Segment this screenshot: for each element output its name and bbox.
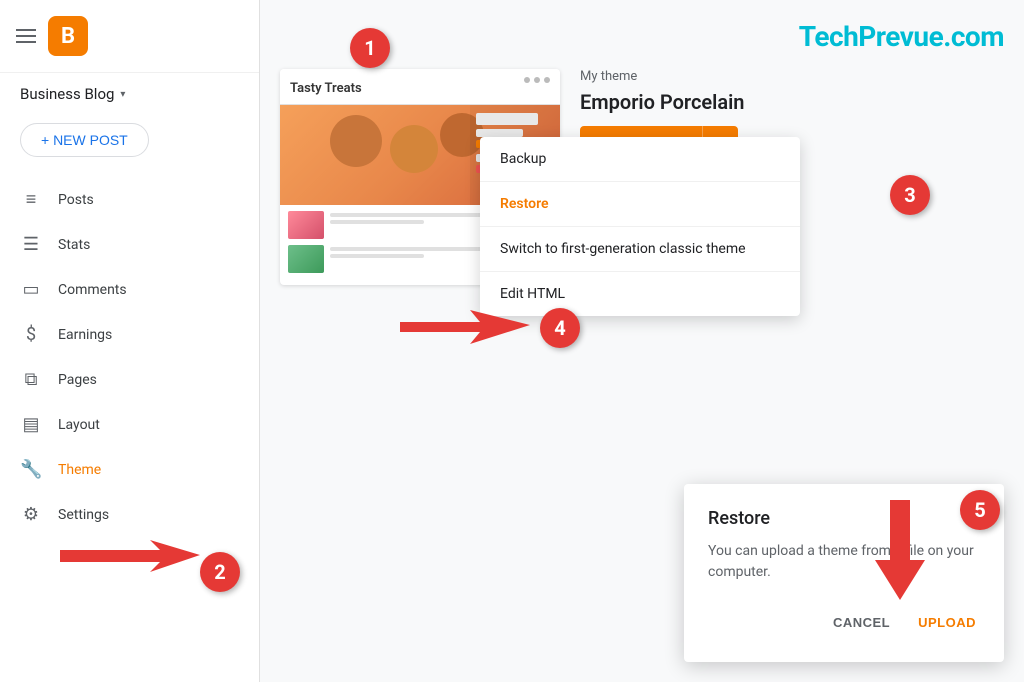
- preview-line: [330, 254, 424, 258]
- preview-post-lines: [330, 211, 486, 224]
- my-theme-label: My theme: [580, 69, 1004, 84]
- preview-line: [330, 247, 486, 251]
- dropdown-item-backup[interactable]: Backup: [480, 137, 800, 182]
- site-title: TechPrevue.com: [799, 20, 1004, 53]
- blog-dropdown-arrow[interactable]: ▾: [120, 89, 125, 100]
- stats-icon: ☰: [20, 234, 42, 255]
- annotation-4: 4: [540, 308, 580, 348]
- blog-name-row: Business Blog ▾: [0, 73, 259, 115]
- layout-icon: ▤: [20, 414, 42, 435]
- new-post-button[interactable]: + NEW POST: [20, 123, 149, 157]
- comments-icon: ▭: [20, 279, 42, 300]
- sidebar-item-label: Theme: [58, 462, 101, 478]
- dropdown-menu: Backup Restore Switch to first-generatio…: [480, 137, 800, 316]
- sidebar-item-settings[interactable]: ⚙ Settings: [0, 492, 243, 537]
- preview-dot: [534, 77, 540, 83]
- sidebar-item-label: Settings: [58, 507, 109, 523]
- restore-dialog-title: Restore: [708, 508, 980, 529]
- pages-icon: ⧉: [20, 369, 42, 390]
- preview-dot: [544, 77, 550, 83]
- cancel-button[interactable]: CANCEL: [829, 607, 894, 638]
- preview-top: Tasty Treats: [280, 69, 560, 105]
- sidebar-item-pages[interactable]: ⧉ Pages: [0, 357, 243, 402]
- dropdown-item-edit-html[interactable]: Edit HTML: [480, 272, 800, 316]
- preview-line: [330, 220, 424, 224]
- sidebar-item-comments[interactable]: ▭ Comments: [0, 267, 243, 312]
- sidebar-item-posts[interactable]: ≡ Posts: [0, 177, 243, 222]
- nav-items: ≡ Posts ☰ Stats ▭ Comments $ Earnings ⧉ …: [0, 173, 259, 541]
- sidebar-header: B: [0, 0, 259, 73]
- sidebar-item-theme[interactable]: 🔧 Theme: [0, 447, 243, 492]
- annotation-1: 1: [350, 28, 390, 68]
- annotation-3: 3: [890, 175, 930, 215]
- posts-icon: ≡: [20, 189, 42, 210]
- dropdown-item-switch[interactable]: Switch to first-generation classic theme: [480, 227, 800, 272]
- sidebar-item-layout[interactable]: ▤ Layout: [0, 402, 243, 447]
- theme-area: Tasty Treats: [280, 69, 1004, 285]
- preview-controls: [524, 77, 550, 83]
- preview-post-lines: [330, 245, 486, 258]
- annotation-2: 2: [200, 552, 240, 592]
- sidebar-item-label: Comments: [58, 282, 127, 298]
- sidebar-item-stats[interactable]: ☰ Stats: [0, 222, 243, 267]
- restore-dialog: Restore You can upload a theme from a fi…: [684, 484, 1004, 662]
- settings-icon: ⚙: [20, 504, 42, 525]
- my-theme-name: Emporio Porcelain: [580, 90, 1004, 114]
- preview-blog-title: Tasty Treats: [290, 81, 362, 96]
- annotation-5: 5: [960, 490, 1000, 530]
- preview-line: [330, 213, 486, 217]
- restore-dialog-body: You can upload a theme from a file on yo…: [708, 541, 980, 583]
- sidebar-item-label: Layout: [58, 417, 100, 433]
- preview-post-item: [288, 245, 486, 273]
- blogger-logo: B: [48, 16, 88, 56]
- sidebar-item-label: Posts: [58, 192, 94, 208]
- sidebar-item-label: Pages: [58, 372, 97, 388]
- theme-icon: 🔧: [20, 459, 42, 480]
- preview-post-list: [288, 211, 486, 279]
- dropdown-item-restore[interactable]: Restore: [480, 182, 800, 227]
- restore-dialog-actions: CANCEL UPLOAD: [708, 607, 980, 638]
- sidebar-item-earnings[interactable]: $ Earnings: [0, 312, 243, 357]
- preview-thumb: [288, 211, 324, 239]
- main-content: TechPrevue.com Tasty Treats: [260, 0, 1024, 682]
- hamburger-icon[interactable]: [16, 29, 36, 43]
- earnings-icon: $: [20, 324, 42, 345]
- preview-post-item: [288, 211, 486, 239]
- sidebar-item-label: Earnings: [58, 327, 112, 343]
- preview-thumb: [288, 245, 324, 273]
- blog-name: Business Blog: [20, 85, 114, 103]
- preview-dot: [524, 77, 530, 83]
- upload-button[interactable]: UPLOAD: [914, 607, 980, 638]
- sidebar-item-label: Stats: [58, 237, 90, 253]
